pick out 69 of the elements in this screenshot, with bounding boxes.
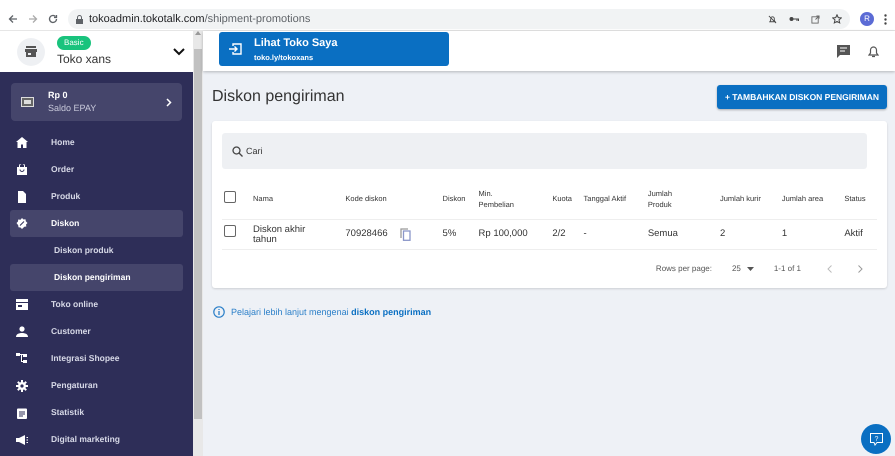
menu-icon[interactable] — [884, 14, 887, 24]
reload-icon[interactable] — [48, 14, 58, 24]
table-cell-text: 5% — [442, 226, 456, 241]
wallet-amount: Rp 0 — [48, 88, 69, 102]
person-icon — [16, 326, 28, 338]
share-icon[interactable] — [811, 14, 820, 24]
copy-icon[interactable] — [400, 228, 411, 240]
profile-avatar[interactable]: R — [860, 12, 874, 26]
store-icon — [17, 38, 45, 66]
sidebar-item[interactable]: Integrasi Shopee — [10, 345, 183, 372]
address-bar[interactable]: tokoadmin.tokotalk.com/shipment-promotions — [68, 9, 850, 29]
key-icon[interactable] — [789, 16, 799, 22]
sidebar-item[interactable]: Produk — [10, 183, 183, 210]
sidebar-item[interactable]: Toko online — [10, 291, 183, 318]
table-cell-text: Semua — [648, 226, 678, 241]
sidebar-item[interactable]: Digital marketing — [10, 426, 183, 453]
star-icon[interactable] — [832, 14, 842, 24]
table-cell-text: 2/2 — [552, 226, 566, 241]
table-cell-text: Diskon akhir tahun — [253, 224, 306, 246]
bell-icon[interactable] — [868, 44, 879, 58]
back-icon[interactable] — [8, 14, 18, 24]
rows-per-page-select[interactable]: 25 — [732, 262, 754, 274]
sidebar-item[interactable]: Statistik — [10, 399, 183, 426]
sidebar-item[interactable]: Pengaturan — [10, 372, 183, 399]
table-cell-text: 1 — [782, 226, 788, 241]
store-name: Toko xans — [57, 50, 112, 68]
wallet-label: Saldo EPAY — [48, 102, 96, 115]
document-icon — [16, 190, 28, 202]
store-icon — [16, 298, 28, 310]
sidebar-item[interactable]: Order — [10, 156, 183, 183]
table-cell-text: 2 — [720, 226, 726, 241]
rows-per-page-label: Rows per page: — [656, 262, 712, 274]
bag-icon — [16, 164, 28, 176]
chat-icon[interactable] — [837, 44, 850, 58]
checkbox[interactable] — [224, 225, 236, 238]
next-page-icon[interactable] — [858, 264, 863, 272]
dropdown-caret-icon — [746, 266, 754, 270]
bell-off-icon[interactable] — [768, 14, 777, 24]
table-cell-text: Aktif — [844, 226, 863, 241]
enter-icon — [229, 43, 242, 55]
sidebar-subitem[interactable]: Diskon pengiriman — [10, 264, 183, 291]
clipboard-icon — [16, 406, 28, 418]
chevron-down-icon[interactable] — [173, 48, 185, 56]
discount-badge-icon — [16, 218, 28, 230]
megaphone-icon — [16, 434, 28, 446]
sidebar-subitem[interactable]: Diskon produk — [10, 237, 183, 264]
wallet-card[interactable]: Rp 0 Saldo EPAY — [11, 83, 182, 121]
learn-more-link[interactable]: diskon pengiriman — [351, 306, 432, 316]
scrollbar-thumb[interactable] — [194, 49, 202, 419]
plan-badge: Basic — [57, 36, 91, 50]
wallet-icon — [21, 97, 34, 107]
sidebar-item[interactable]: Home — [10, 129, 183, 156]
table-cell-text: Rp 100,000 — [478, 226, 528, 241]
sidebar-item[interactable]: Diskon — [10, 210, 183, 237]
page-range: 1-1 of 1 — [774, 262, 801, 274]
add-discount-button[interactable]: + TAMBAHKAN DISKON PENGIRIMAN — [716, 85, 887, 109]
table-cell-text: 70928466 — [345, 226, 388, 241]
hierarchy-icon — [16, 352, 28, 364]
page-title: Diskon pengiriman — [212, 87, 345, 107]
info-icon — [213, 306, 225, 318]
home-icon — [16, 136, 28, 148]
learn-more-text: Pelajari lebih lanjut mengenai diskon pengiriman — [231, 306, 432, 319]
checkbox[interactable] — [224, 191, 236, 204]
table-cell-text: - — [584, 226, 587, 241]
lock-icon — [76, 14, 83, 24]
chevron-right-icon — [166, 98, 172, 106]
gear-icon — [16, 380, 28, 392]
search-field[interactable]: Cari — [222, 133, 867, 169]
sidebar-item[interactable]: Customer — [10, 318, 183, 345]
